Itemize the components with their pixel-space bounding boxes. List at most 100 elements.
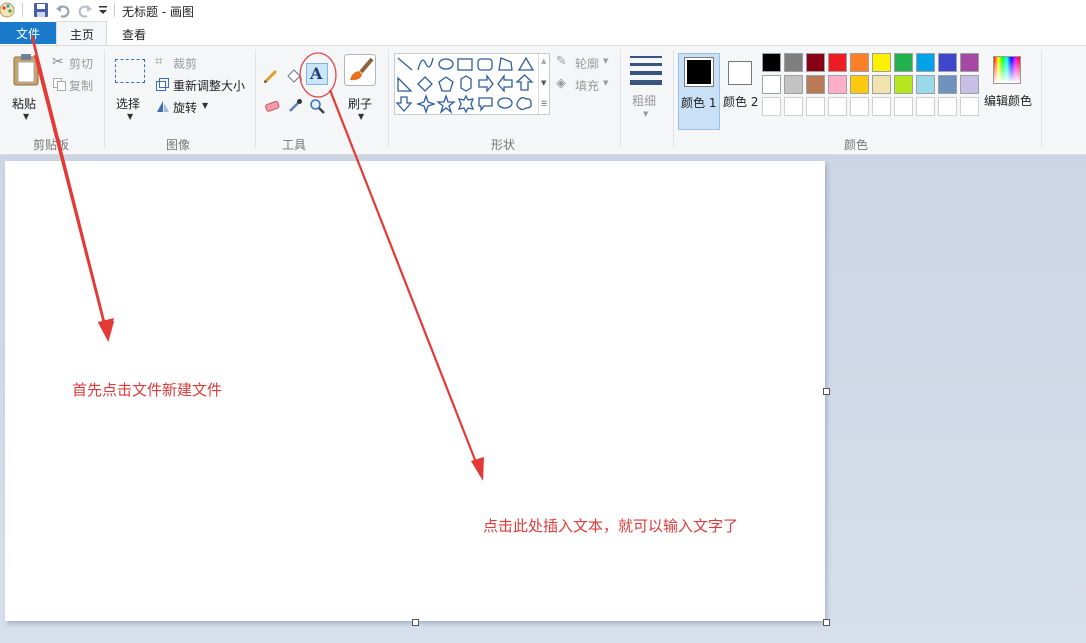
paste-dropdown-icon: ▼ [23,112,30,121]
rotate-button[interactable]: 旋转 ▼ [155,98,215,116]
palette-swatch[interactable] [872,53,891,72]
resize-handle-bottom[interactable] [412,619,419,626]
palette-swatch-empty[interactable] [916,97,935,116]
palette-swatch-empty[interactable] [806,97,825,116]
annotation-text-1: 首先点击文件新建文件 [72,381,223,399]
color2-button[interactable]: 颜色 2 [722,53,760,130]
select-icon [115,59,145,83]
palette-swatch-empty[interactable] [828,97,847,116]
group-label-tools: 工具 [282,138,307,152]
cut-button[interactable]: ✂ 剪切 [52,54,100,72]
crop-icon: ⌗ [155,54,163,69]
rotate-icon [157,101,169,112]
save-icon[interactable] [33,2,49,18]
group-separator [255,50,256,148]
group-separator [620,50,621,148]
quick-access-dropdown-icon[interactable] [98,4,108,16]
size-button[interactable]: 粗细 ▼ [627,52,665,126]
tab-file[interactable]: 文件 [0,22,56,44]
palette-swatch[interactable] [960,75,979,94]
palette-swatch[interactable] [894,53,913,72]
scissors-icon: ✂ [52,54,64,70]
rotate-dropdown-icon: ▼ [202,101,209,110]
color1-swatch [687,60,711,84]
resize-handle-corner[interactable] [823,619,830,626]
palette-swatch[interactable] [916,75,935,94]
outline-button[interactable]: ✎ 轮廓 ▼ [556,54,612,72]
fill-dropdown-icon: ▼ [603,79,609,87]
palette-swatch-empty[interactable] [762,97,781,116]
resize-button[interactable]: 重新调整大小 [155,76,249,94]
group-label-clipboard: 剪贴板 [33,138,70,152]
color-spectrum-icon [993,56,1021,84]
palette-swatch[interactable] [828,53,847,72]
resize-icon [156,78,169,91]
group-separator [1041,50,1042,148]
crop-button[interactable]: ⌗ 裁剪 [155,54,215,72]
palette-swatch-empty[interactable] [872,97,891,116]
group-separator [388,50,389,148]
palette-swatch-empty[interactable] [894,97,913,116]
shapes-expand-icon[interactable]: ☰ [541,100,547,108]
palette-swatch[interactable] [960,53,979,72]
line-width-icon [630,80,662,85]
fill-button[interactable]: ◈ 填充 ▼ [556,76,612,94]
window-title: 无标题 - 画图 [122,5,194,19]
paint-app-icon[interactable] [0,1,16,19]
paste-button[interactable]: 粘贴 ▼ [6,50,46,124]
outline-icon: ✎ [556,54,567,69]
palette-swatch[interactable] [784,53,803,72]
ribbon-tab-row: 文件 主页 查看 [0,21,1086,45]
group-separator [104,50,105,148]
color2-swatch [728,61,752,85]
text-icon: A [310,64,323,83]
palette-swatch[interactable] [762,53,781,72]
resize-handle-right[interactable] [823,388,830,395]
copy-button[interactable]: 复制 [52,76,100,94]
palette-swatch[interactable] [828,75,847,94]
group-separator [673,50,674,148]
color1-button[interactable]: 颜色 1 [678,53,720,130]
palette-swatch[interactable] [938,75,957,94]
palette-swatch[interactable] [762,75,781,94]
fill-icon: ◈ [556,76,566,91]
magnifier-icon[interactable] [309,98,325,114]
ribbon: 粘贴 ▼ ✂ 剪切 复制 剪贴板 选择 ▼ ⌗ 裁剪 重新调整大小 旋转 ▼ 图… [0,45,1086,155]
eraser-icon[interactable] [263,100,281,114]
shapes-gallery: ▲ ▼ ☰ [394,53,550,115]
color-picker-icon[interactable] [287,98,303,114]
palette-swatch-empty[interactable] [850,97,869,116]
undo-icon[interactable] [55,2,71,18]
palette-swatch[interactable] [872,75,891,94]
brushes-button[interactable]: 刷子 ▼ [340,50,380,124]
pencil-icon[interactable] [263,68,279,84]
tab-home[interactable]: 主页 [56,21,107,45]
palette-swatch-empty[interactable] [784,97,803,116]
redo-icon[interactable] [77,2,93,18]
palette-swatch[interactable] [938,53,957,72]
palette-swatch[interactable] [850,75,869,94]
scroll-up-icon[interactable]: ▲ [541,57,546,65]
group-label-colors: 颜色 [844,138,869,152]
palette-swatch[interactable] [784,75,803,94]
palette-swatch[interactable] [806,53,825,72]
text-tool-button[interactable]: A [306,63,328,85]
canvas-area[interactable]: 首先点击文件新建文件 点击此处插入文本，就可以输入文字了 [0,155,1086,643]
palette-swatch[interactable] [806,75,825,94]
palette-swatch-empty[interactable] [960,97,979,116]
group-label-image: 图像 [166,138,191,152]
palette-swatch[interactable] [916,53,935,72]
scroll-down-icon[interactable]: ▼ [541,79,546,87]
palette-swatch[interactable] [894,75,913,94]
outline-dropdown-icon: ▼ [603,57,609,65]
select-button[interactable]: 选择 ▼ [110,50,150,124]
palette-swatch-empty[interactable] [938,97,957,116]
select-dropdown-icon: ▼ [127,112,134,121]
annotation-text-2: 点击此处插入文本，就可以输入文字了 [483,517,739,535]
drawing-canvas[interactable]: 首先点击文件新建文件 点击此处插入文本，就可以输入文字了 [5,161,825,621]
fill-bucket-icon[interactable] [285,68,303,84]
tab-view[interactable]: 查看 [110,21,160,45]
palette-swatch[interactable] [850,53,869,72]
edit-colors-button[interactable]: 编辑颜色 [984,53,1034,127]
shapes-scrollbar[interactable]: ▲ ▼ ☰ [538,54,550,114]
